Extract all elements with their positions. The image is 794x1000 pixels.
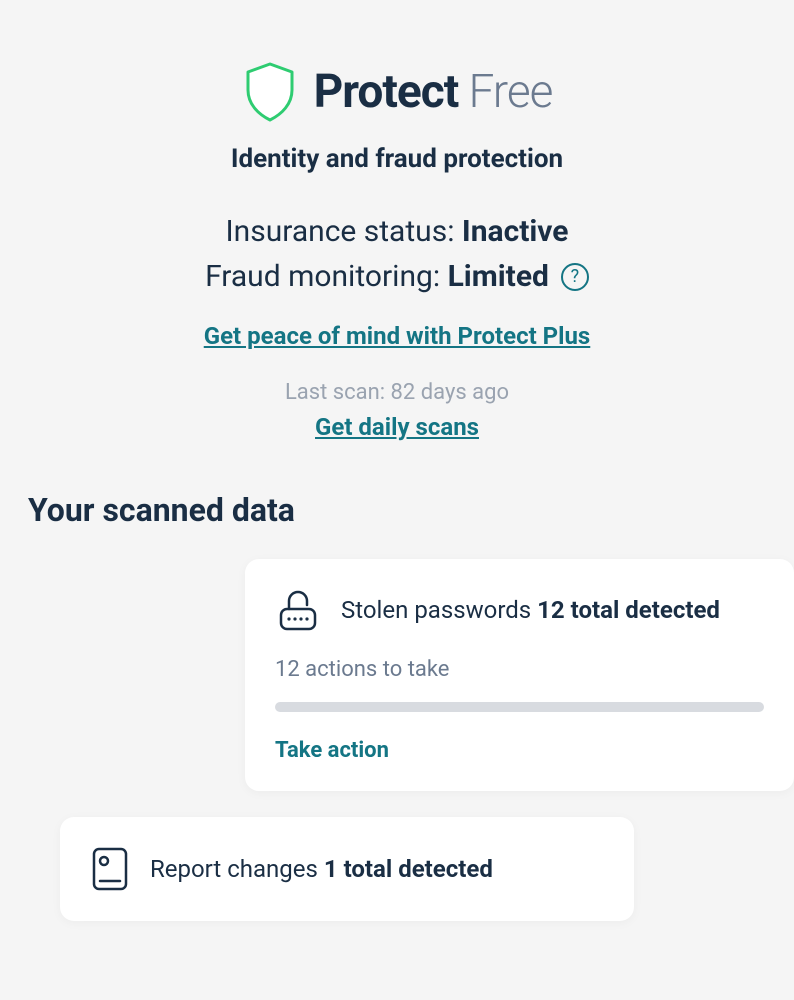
product-title-tier: Free [458,65,552,119]
product-header: Protect Free [20,60,774,124]
daily-scans-link[interactable]: Get daily scans [315,413,479,441]
section-title: Your scanned data [28,491,774,529]
product-title-bold: Protect [314,65,459,119]
insurance-status-label: Insurance status: [225,214,461,249]
help-icon[interactable]: ? [561,263,589,291]
last-scan-text: Last scan: 82 days ago [20,380,774,405]
insurance-status-line: Insurance status: Inactive [20,214,774,249]
stolen-passwords-label: Stolen passwords [341,596,537,624]
stolen-passwords-title: Stolen passwords 12 total detected [341,596,720,624]
report-changes-title: Report changes 1 total detected [150,855,493,883]
report-changes-label: Report changes [150,855,324,883]
insurance-status-value: Inactive [462,214,569,249]
report-changes-count: 1 total detected [324,855,493,883]
product-title: Protect Free [314,65,553,119]
product-subtitle: Identity and fraud protection [20,144,774,174]
stolen-passwords-count: 12 total detected [537,596,720,624]
shield-icon [242,60,298,124]
upsell-link[interactable]: Get peace of mind with Protect Plus [204,322,591,350]
lock-icon [275,587,321,633]
report-icon [90,845,130,893]
fraud-status-label: Fraud monitoring: [205,259,448,294]
stolen-passwords-progress [275,702,764,712]
fraud-status-value: Limited [448,259,549,294]
report-changes-card: Report changes 1 total detected [60,817,634,921]
stolen-passwords-actions: 12 actions to take [275,657,764,682]
take-action-button[interactable]: Take action [275,738,764,763]
fraud-status-row: Fraud monitoring: Limited ? [20,259,774,294]
stolen-passwords-card: Stolen passwords 12 total detected 12 ac… [245,559,794,791]
